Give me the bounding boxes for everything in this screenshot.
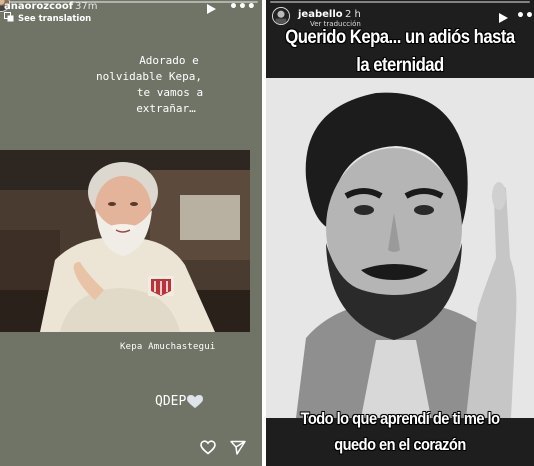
- play-icon[interactable]: [498, 13, 508, 23]
- closing-text: QDEP: [155, 394, 187, 409]
- story-photo-kepa: [0, 150, 250, 332]
- send-icon[interactable]: [230, 440, 246, 455]
- story-username[interactable]: anaorozcoof: [4, 1, 73, 12]
- poster-title-line: Querido Kepa... un adiós hasta: [285, 27, 515, 48]
- avatar-jeabello[interactable]: [272, 7, 290, 25]
- poem-line: te vamos a: [136, 86, 204, 99]
- story-username[interactable]: jeabello: [298, 9, 343, 20]
- play-icon[interactable]: [206, 4, 216, 14]
- closing-message: QDEP: [155, 394, 204, 409]
- story-photo-kepa-poster: [266, 78, 534, 418]
- photo-caption: Kepa Amuchastegui: [120, 342, 216, 352]
- poem-line: Adorado e: [139, 54, 199, 67]
- story-time-ago: 37m: [75, 1, 98, 12]
- translate-icon: [4, 12, 14, 25]
- story-poem: Adorado e nolvidable Kepa, te vamos a ex…: [0, 53, 262, 117]
- poster-title: Querido Kepa... un adiós hasta la eterni…: [282, 24, 518, 80]
- poem-line: extrañar…: [136, 102, 196, 115]
- story-time-ago: 2 h: [345, 9, 361, 20]
- poem-line: nolvidable Kepa,: [96, 70, 202, 83]
- poster-bottom-text: Todo lo que aprendí de ti me lo quedo en…: [285, 406, 515, 458]
- poster-title-line: la eternidad: [356, 55, 444, 76]
- heart-icon[interactable]: [200, 440, 216, 455]
- white-heart-emoji: [187, 394, 204, 409]
- more-icon[interactable]: •••: [516, 9, 534, 23]
- see-translation-button[interactable]: See translation: [4, 12, 91, 25]
- story-progress-bar: [270, 1, 530, 3]
- poster-bottom-line: quedo en el corazón: [334, 435, 466, 454]
- poster-bottom-line: Todo lo que aprendí de ti me lo: [300, 409, 500, 428]
- see-translation-label: See translation: [18, 13, 92, 24]
- more-icon[interactable]: •••: [229, 0, 256, 14]
